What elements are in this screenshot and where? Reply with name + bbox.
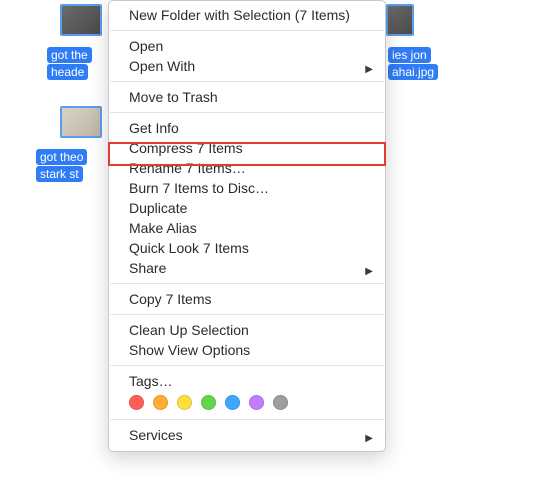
menu-item-label: Burn 7 Items to Disc… bbox=[129, 180, 269, 196]
menu-duplicate[interactable]: Duplicate bbox=[109, 198, 385, 218]
menu-item-label: Duplicate bbox=[129, 200, 187, 216]
tags-row bbox=[109, 391, 385, 414]
menu-item-label: Open With bbox=[129, 58, 195, 74]
menu-move-to-trash[interactable]: Move to Trash bbox=[109, 87, 385, 107]
menu-separator bbox=[110, 365, 384, 366]
menu-item-label: Show View Options bbox=[129, 342, 250, 358]
menu-tags[interactable]: Tags… bbox=[109, 371, 385, 391]
submenu-arrow-icon: ▶ bbox=[365, 429, 373, 449]
menu-separator bbox=[110, 283, 384, 284]
menu-separator bbox=[110, 314, 384, 315]
menu-item-label: Copy 7 Items bbox=[129, 291, 211, 307]
menu-get-info[interactable]: Get Info bbox=[109, 118, 385, 138]
submenu-arrow-icon: ▶ bbox=[365, 262, 373, 282]
menu-quick-look[interactable]: Quick Look 7 Items bbox=[109, 238, 385, 258]
menu-item-label: New Folder with Selection (7 Items) bbox=[129, 7, 350, 23]
menu-item-label: Tags… bbox=[129, 373, 173, 389]
file-label[interactable]: heade bbox=[47, 64, 88, 80]
file-label[interactable]: got the bbox=[47, 47, 92, 63]
menu-compress[interactable]: Compress 7 Items bbox=[109, 138, 385, 158]
tag-blue[interactable] bbox=[225, 395, 240, 410]
menu-open-with[interactable]: Open With ▶ bbox=[109, 56, 385, 76]
tag-orange[interactable] bbox=[153, 395, 168, 410]
menu-open[interactable]: Open bbox=[109, 36, 385, 56]
menu-separator bbox=[110, 81, 384, 82]
file-label[interactable]: ies jon bbox=[388, 47, 431, 63]
menu-separator bbox=[110, 419, 384, 420]
menu-item-label: Move to Trash bbox=[129, 89, 218, 105]
menu-services[interactable]: Services ▶ bbox=[109, 425, 385, 445]
tag-gray[interactable] bbox=[273, 395, 288, 410]
file-thumbnail[interactable] bbox=[60, 106, 102, 138]
submenu-arrow-icon: ▶ bbox=[365, 60, 373, 80]
tag-yellow[interactable] bbox=[177, 395, 192, 410]
menu-item-label: Compress 7 Items bbox=[129, 140, 243, 156]
menu-share[interactable]: Share ▶ bbox=[109, 258, 385, 278]
menu-separator bbox=[110, 112, 384, 113]
file-label[interactable]: got theo bbox=[36, 149, 87, 165]
menu-item-label: Clean Up Selection bbox=[129, 322, 249, 338]
file-thumbnail[interactable] bbox=[386, 4, 414, 36]
menu-new-folder-with-selection[interactable]: New Folder with Selection (7 Items) bbox=[109, 5, 385, 25]
file-label[interactable]: ahai.jpg bbox=[388, 64, 438, 80]
menu-item-label: Share bbox=[129, 260, 166, 276]
menu-item-label: Rename 7 Items… bbox=[129, 160, 246, 176]
context-menu: New Folder with Selection (7 Items) Open… bbox=[108, 0, 386, 452]
menu-burn[interactable]: Burn 7 Items to Disc… bbox=[109, 178, 385, 198]
menu-item-label: Quick Look 7 Items bbox=[129, 240, 249, 256]
menu-rename[interactable]: Rename 7 Items… bbox=[109, 158, 385, 178]
menu-show-view-options[interactable]: Show View Options bbox=[109, 340, 385, 360]
menu-item-label: Open bbox=[129, 38, 163, 54]
menu-item-label: Make Alias bbox=[129, 220, 197, 236]
menu-copy[interactable]: Copy 7 Items bbox=[109, 289, 385, 309]
menu-item-label: Services bbox=[129, 427, 183, 443]
menu-make-alias[interactable]: Make Alias bbox=[109, 218, 385, 238]
tag-red[interactable] bbox=[129, 395, 144, 410]
menu-separator bbox=[110, 30, 384, 31]
file-label[interactable]: stark st bbox=[36, 166, 83, 182]
tag-purple[interactable] bbox=[249, 395, 264, 410]
menu-item-label: Get Info bbox=[129, 120, 179, 136]
file-thumbnail[interactable] bbox=[60, 4, 102, 36]
menu-clean-up-selection[interactable]: Clean Up Selection bbox=[109, 320, 385, 340]
tag-green[interactable] bbox=[201, 395, 216, 410]
